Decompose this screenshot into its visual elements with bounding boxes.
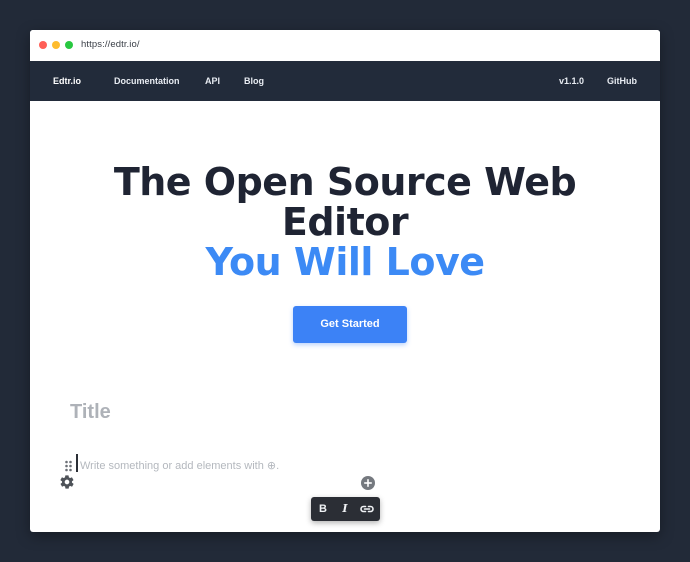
- site-navbar: Edtr.io Documentation API Blog v1.1.0 Gi…: [30, 61, 660, 101]
- link-icon: [360, 505, 374, 513]
- hero-heading-line-1: The Open Source Web: [113, 160, 577, 204]
- bold-button[interactable]: B: [312, 497, 334, 521]
- maximize-window-dot[interactable]: [65, 41, 73, 49]
- hero-heading-line-2: Editor: [281, 200, 409, 244]
- browser-window: https://edtr.io/ Edtr.io Documentation A…: [30, 30, 660, 532]
- link-button[interactable]: [356, 497, 378, 521]
- get-started-button[interactable]: Get Started: [293, 306, 407, 343]
- italic-button[interactable]: I: [334, 497, 356, 521]
- nav-link-github[interactable]: GitHub: [607, 61, 637, 101]
- editor-body-placeholder[interactable]: Write something or add elements with ⊕.: [80, 459, 279, 472]
- hero-heading-accent: You Will Love: [205, 240, 485, 284]
- text-cursor: [76, 454, 78, 472]
- formatting-toolbar: B I: [311, 497, 380, 521]
- editor-title-placeholder[interactable]: Title: [70, 401, 111, 424]
- plus-circle-icon[interactable]: [361, 476, 375, 490]
- drag-handle-icon[interactable]: [64, 459, 74, 472]
- nav-link-api[interactable]: API: [205, 61, 220, 101]
- close-window-dot[interactable]: [39, 41, 47, 49]
- browser-chrome: https://edtr.io/: [30, 30, 660, 62]
- brand-logo-link[interactable]: Edtr.io: [53, 61, 81, 101]
- version-link[interactable]: v1.1.0: [559, 61, 584, 101]
- gear-icon[interactable]: [59, 474, 75, 490]
- hero-heading: The Open Source Web Editor You Will Love: [30, 162, 660, 282]
- nav-link-documentation[interactable]: Documentation: [114, 61, 180, 101]
- address-bar-url[interactable]: https://edtr.io/: [81, 39, 140, 50]
- minimize-window-dot[interactable]: [52, 41, 60, 49]
- nav-link-blog[interactable]: Blog: [244, 61, 264, 101]
